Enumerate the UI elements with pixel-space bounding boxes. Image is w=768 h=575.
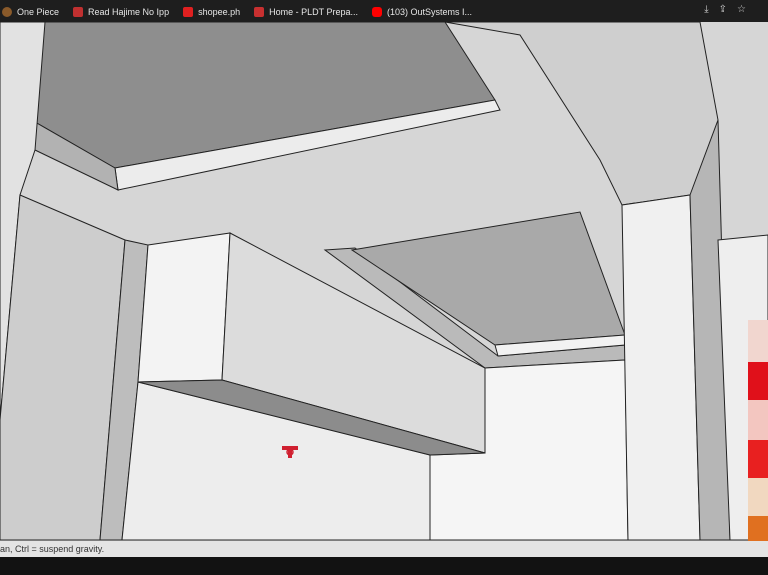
bookmark-outsystems[interactable]: (103) OutSystems I... [372, 7, 472, 17]
color-swatch[interactable] [748, 400, 768, 440]
manga-favicon-icon [73, 7, 84, 17]
bookmark-hajime-no-ippo[interactable]: Read Hajime No Ipp [73, 7, 169, 17]
pillar-front [621, 194, 701, 541]
screen-bezel [0, 557, 768, 575]
bookmark-one-piece[interactable]: One Piece [2, 7, 59, 17]
one-piece-favicon-icon [2, 7, 12, 17]
status-text: an, Ctrl = suspend gravity. [0, 544, 105, 554]
browser-actions: ⤓ ⇪ ☆ [704, 4, 746, 15]
bookmarks-bar: One Piece Read Hajime No Ipp shopee.ph H… [0, 0, 768, 24]
shopee-favicon-icon [183, 7, 194, 17]
color-swatch[interactable] [748, 478, 768, 516]
bookmark-shopee[interactable]: shopee.ph [183, 7, 240, 17]
beam-box-left-face [137, 232, 231, 383]
download-icon[interactable]: ⤓ [704, 4, 708, 15]
color-swatch[interactable] [748, 320, 768, 362]
status-bar: an, Ctrl = suspend gravity. [0, 541, 768, 557]
star-icon[interactable]: ☆ [737, 4, 746, 15]
color-swatch[interactable] [748, 362, 768, 400]
bookmark-pldt[interactable]: Home - PLDT Prepa... [254, 7, 358, 17]
3d-model-viewport[interactable] [0, 22, 768, 542]
color-swatch[interactable] [748, 440, 768, 478]
youtube-favicon-icon [372, 7, 382, 17]
pldt-favicon-icon [254, 7, 265, 17]
share-icon[interactable]: ⇪ [719, 4, 727, 15]
